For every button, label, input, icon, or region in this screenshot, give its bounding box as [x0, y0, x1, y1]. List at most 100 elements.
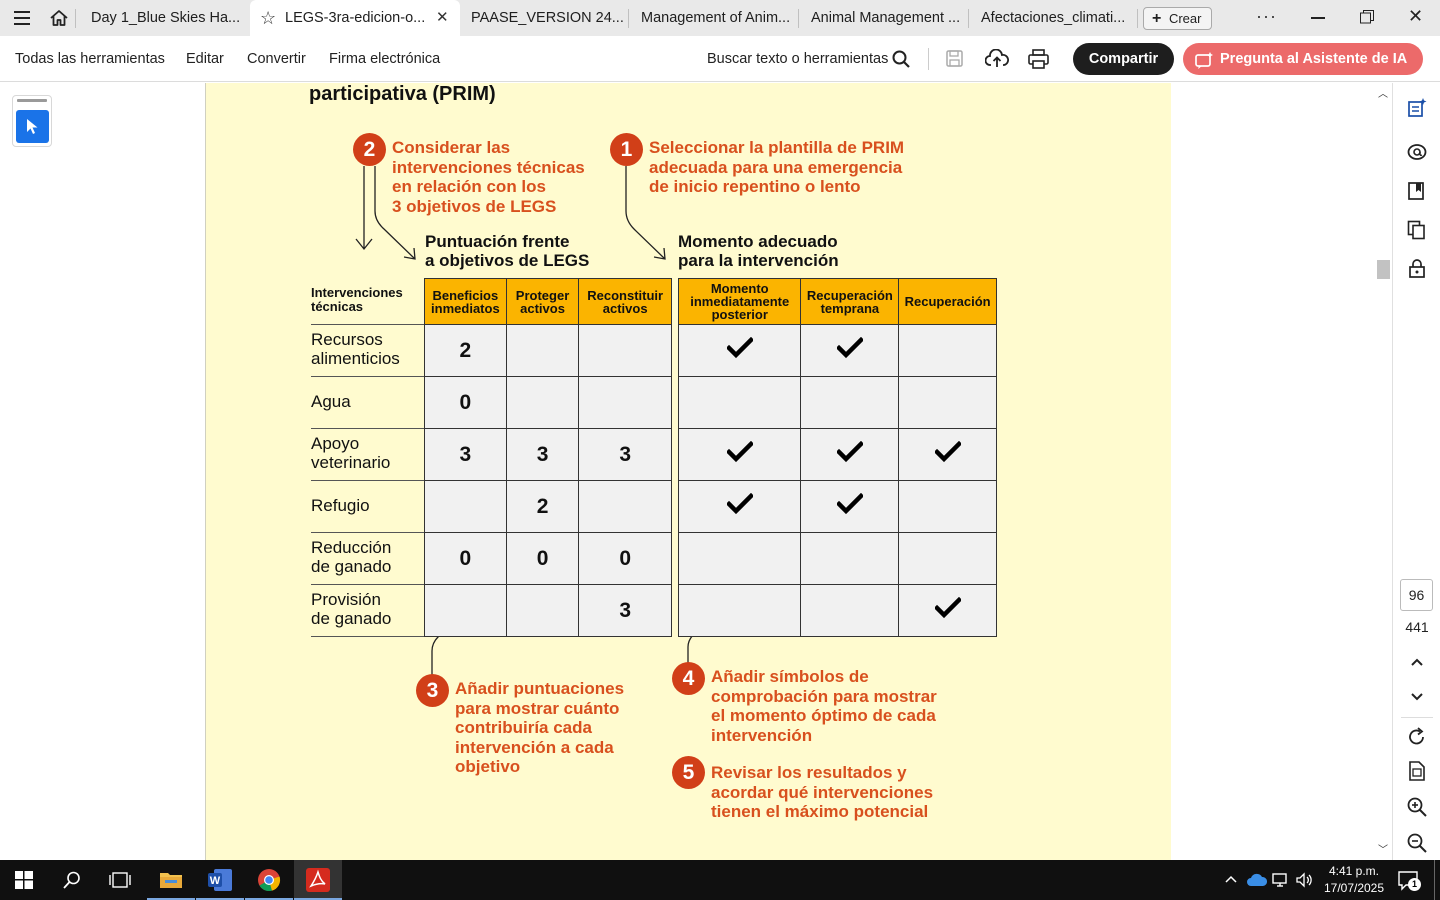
checkmark-icon [835, 492, 865, 514]
tab-legs-active[interactable]: ☆ LEGS-3ra-edicion-o... ✕ [250, 0, 460, 36]
check-immediate-after [677, 324, 802, 377]
share-button[interactable]: Compartir [1073, 43, 1174, 75]
col-header-early-recovery: Recuperación temprana [800, 278, 900, 325]
previous-page-icon[interactable] [1409, 655, 1425, 669]
chrome-icon[interactable] [245, 860, 293, 900]
check-early-recovery [800, 324, 900, 377]
onedrive-icon[interactable] [1247, 873, 1268, 887]
svg-text:W: W [210, 875, 221, 887]
select-tool-button[interactable] [16, 110, 49, 143]
score-rebuild-assets: 3 [578, 428, 672, 481]
create-label: Crear [1168, 11, 1202, 26]
checkmark-icon [725, 440, 754, 462]
file-explorer-icon[interactable] [147, 860, 195, 900]
check-recovery [898, 324, 997, 377]
check-immediate-after [677, 532, 802, 585]
zoom-out-icon[interactable] [1407, 833, 1427, 853]
save-icon[interactable] [946, 50, 963, 67]
check-recovery [898, 480, 997, 533]
row-label-line: Agua [311, 391, 351, 411]
timing-heading-line: Momento adecuado [678, 232, 838, 251]
rotate-icon[interactable] [1407, 727, 1427, 747]
notifications-icon[interactable]: 1 [1398, 871, 1421, 891]
search-tools-label: Buscar texto o herramientas [707, 51, 889, 67]
search-tools-button[interactable]: Buscar texto o herramientas [707, 36, 888, 82]
scroll-thumb[interactable] [1377, 260, 1390, 279]
row-divider [311, 480, 424, 481]
taskbar-search-icon[interactable] [48, 860, 96, 900]
step-3-text: Añadir puntuaciones para mostrar cuánto … [455, 679, 624, 777]
clock[interactable]: 4:41 p.m. 17/07/2025 [1316, 863, 1392, 897]
tab-animal-management[interactable]: Animal Management ... [800, 0, 966, 36]
row-divider [311, 376, 424, 377]
close-window-icon[interactable]: ✕ [1408, 6, 1423, 27]
zoom-in-icon[interactable] [1407, 797, 1427, 817]
tab-label: Management of Anim... [641, 10, 791, 26]
lock-icon[interactable] [1408, 259, 1426, 279]
row-label-line: Provisión [311, 590, 381, 609]
scroll-up-arrow-icon[interactable]: ︿ [1378, 85, 1388, 100]
checkmark-icon [933, 440, 962, 462]
minimize-window-icon[interactable] [1311, 17, 1325, 19]
hamburger-menu-icon[interactable] [14, 10, 32, 26]
ai-summary-icon[interactable] [1407, 98, 1427, 118]
app-toolbar: Todas las herramientas Editar Convertir … [0, 36, 1440, 82]
page-fit-icon[interactable] [1408, 761, 1426, 781]
network-icon[interactable] [1272, 872, 1290, 888]
row-label-line: Apoyo [311, 434, 360, 453]
menu-all-tools[interactable]: Todas las herramientas [15, 36, 165, 82]
step-4-text: Añadir símbolos de comprobación para mos… [711, 667, 937, 745]
volume-icon[interactable] [1296, 872, 1314, 888]
page-current: 96 [1408, 587, 1425, 603]
next-page-icon[interactable] [1409, 690, 1425, 704]
pages-icon[interactable] [1407, 220, 1427, 240]
print-icon[interactable] [1028, 49, 1049, 69]
more-options-icon[interactable]: ··· [1256, 6, 1277, 27]
windows-taskbar: W 4:41 p.m. 17/07/2025 1 [0, 860, 1440, 900]
row-label: Reducción de ganado [311, 538, 391, 576]
page-number-input[interactable]: 96 [1400, 579, 1433, 611]
create-button[interactable]: + Crear [1143, 7, 1212, 30]
col-header-protect-assets: Proteger activos [505, 278, 580, 325]
tab-management[interactable]: Management of Anim... [630, 0, 796, 36]
legs-score-table: Beneficios inmediatos Proteger activos Rec… [424, 278, 672, 637]
tab-afectaciones[interactable]: Afectaciones_climati... [970, 0, 1135, 36]
step-5-line: acordar qué intervenciones [711, 782, 934, 802]
vertical-scrollbar[interactable]: ︿ ﹀ [1375, 83, 1392, 860]
scroll-down-arrow-icon[interactable]: ﹀ [1378, 841, 1388, 856]
checkmark-icon [725, 492, 754, 514]
task-view-icon[interactable] [96, 860, 144, 900]
acrobat-icon[interactable] [294, 860, 342, 900]
cloud-upload-icon[interactable] [984, 48, 1009, 69]
restore-window-icon[interactable] [1360, 10, 1374, 24]
step-4-line: el momento óptimo de cada [711, 706, 936, 725]
menu-edit[interactable]: Editar [186, 36, 224, 82]
windows-start-icon[interactable] [0, 860, 48, 900]
word-icon[interactable]: W [196, 860, 244, 900]
close-tab-icon[interactable]: ✕ [436, 0, 449, 36]
ai-assistant-button[interactable]: Pregunta al Asistente de IA [1183, 43, 1423, 75]
home-icon[interactable] [49, 8, 69, 28]
score-immediate-benefits: 2 [424, 324, 507, 377]
search-icon[interactable] [892, 50, 910, 68]
tab-label: LEGS-3ra-edicion-o... [285, 10, 426, 26]
share-label: Compartir [1088, 51, 1159, 67]
star-icon[interactable]: ☆ [260, 0, 276, 36]
legs-score-heading: Puntuación frente a objetivos de LEGS [425, 232, 589, 270]
tab-paase[interactable]: PAASE_VERSION 24... [460, 0, 626, 36]
menu-convert[interactable]: Convertir [247, 36, 306, 82]
menu-e-signature[interactable]: Firma electrónica [329, 36, 440, 82]
score-immediate-benefits: 3 [424, 428, 507, 481]
row-label-line: alimenticios [311, 349, 400, 368]
show-hidden-icons-icon[interactable] [1224, 872, 1238, 886]
checkmark-icon [835, 336, 865, 358]
show-desktop-button[interactable] [1434, 860, 1435, 900]
bookmarks-icon[interactable] [1407, 181, 1427, 201]
row-label-line: Refugio [311, 495, 370, 515]
comment-icon[interactable] [1407, 143, 1427, 163]
tab-day1[interactable]: Day 1_Blue Skies Ha... [80, 0, 248, 36]
row-label: Provisión de ganado [311, 590, 391, 628]
check-early-recovery [800, 428, 900, 481]
cursor-arrow-icon [27, 119, 38, 134]
ai-assistant-label: Pregunta al Asistente de IA [1220, 51, 1408, 67]
